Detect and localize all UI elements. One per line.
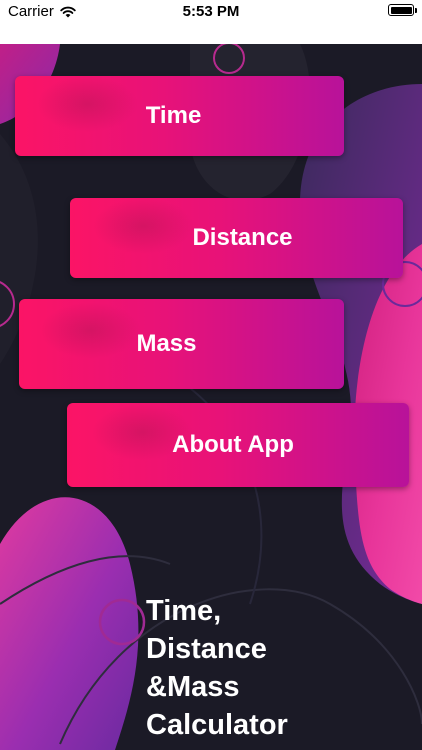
pink-blob [0, 497, 139, 750]
time-button[interactable]: Time [15, 76, 344, 156]
battery-level [390, 6, 412, 14]
time-button-label: Time [145, 102, 202, 129]
mass-button-label: Mass [136, 330, 197, 357]
about-app-button-label: About App [172, 431, 294, 458]
about-app-button[interactable]: About App [67, 403, 409, 487]
app-screen: Carrier 5:53 PM Time Distance Mass About… [0, 0, 422, 750]
app-title-line: Calculator [146, 709, 288, 741]
app-title-line: Distance [146, 633, 267, 665]
app-title-line: &Mass [146, 671, 240, 703]
app-title: Time, Distance &Mass Calculator [146, 592, 288, 744]
app-title-line: Time, [146, 595, 222, 627]
status-time: 5:53 PM [182, 3, 240, 20]
distance-button[interactable]: Distance [70, 198, 403, 278]
status-bar: Carrier 5:53 PM [0, 0, 422, 44]
battery-icon [388, 4, 417, 16]
mass-button[interactable]: Mass [19, 299, 344, 389]
distance-button-label: Distance [192, 224, 293, 251]
